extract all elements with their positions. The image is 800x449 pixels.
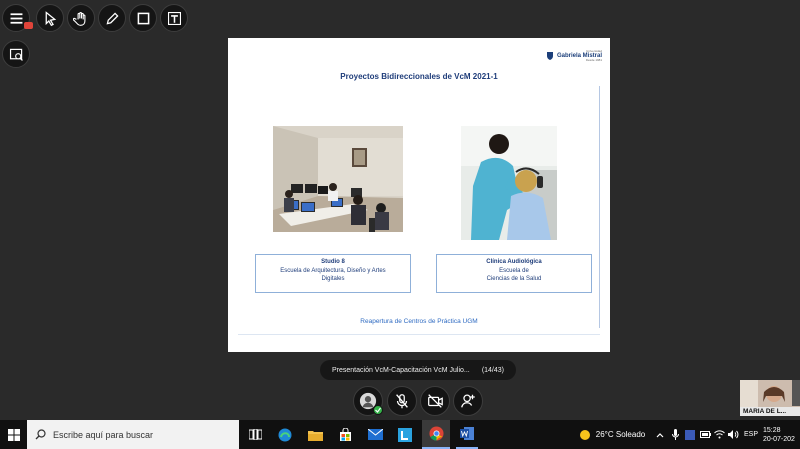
check-status-icon <box>373 405 383 415</box>
mic-toggle-button[interactable] <box>387 386 417 416</box>
tray-mic[interactable] <box>669 420 681 449</box>
notification-badge <box>24 22 33 29</box>
square-icon <box>137 12 149 24</box>
page-counter: (14/43) <box>481 366 504 374</box>
caption-line: Studio 8 <box>321 259 345 265</box>
shopping-bag-icon <box>339 428 351 441</box>
caption-line: Digitales <box>321 276 345 282</box>
battery-icon <box>699 431 711 438</box>
language-indicator[interactable]: ESP <box>742 420 760 449</box>
tray-volume[interactable] <box>727 420 739 449</box>
clock-time: 15:28 <box>763 426 781 434</box>
screen-capture-icon <box>9 48 23 61</box>
logo-year-text: Desde 1981 <box>585 58 602 62</box>
chrome-browser-icon <box>428 426 444 441</box>
task-view-button[interactable] <box>244 420 266 449</box>
presentation-title-bar[interactable]: Presentación VcM-Capacitación VcM Julio.… <box>320 360 516 380</box>
task-view-icon <box>248 429 262 440</box>
caption-line: Clínica Audiológica <box>486 259 542 265</box>
caption-line: Ciencias de la Salud <box>486 276 542 282</box>
clock-date: 20-07-202 <box>763 435 795 443</box>
weather-widget[interactable]: 26°C Soleado <box>572 420 652 449</box>
text-tool-icon <box>167 11 181 25</box>
pan-tool-button[interactable] <box>67 4 95 32</box>
cursor-arrow-icon <box>45 10 56 26</box>
studio-photo <box>273 126 403 232</box>
tray-app-icon <box>685 429 695 440</box>
chrome-app[interactable] <box>422 420 450 449</box>
microphone-icon <box>671 429 679 440</box>
university-logo: Universidad Gabriela Mistral Desde 1981 <box>546 50 602 62</box>
hamburger-menu-icon <box>10 12 22 24</box>
folder-icon <box>307 430 323 441</box>
camera-off-icon <box>428 394 443 408</box>
hand-icon <box>72 11 85 26</box>
participants-button[interactable] <box>453 386 483 416</box>
select-tool-button[interactable] <box>36 4 64 32</box>
edge-app[interactable] <box>274 420 296 449</box>
start-button[interactable] <box>0 420 27 449</box>
slide-footer-link: Reapertura de Centros de Práctica UGM <box>360 318 478 325</box>
pencil-icon <box>106 11 119 24</box>
windows-logo-icon <box>7 428 20 441</box>
shield-icon <box>546 52 553 60</box>
participant-video-tile[interactable]: MARIA DE L... <box>740 380 800 416</box>
mail-icon <box>367 429 383 440</box>
weather-text: 26°C Soleado <box>595 430 646 439</box>
add-participant-icon <box>461 394 475 408</box>
mic-off-icon <box>396 394 408 409</box>
speaker-icon <box>727 430 738 439</box>
slide-title: Proyectos Bidireccionales de VcM 2021-1 <box>340 72 498 81</box>
camera-toggle-button[interactable] <box>420 386 450 416</box>
search-placeholder: Escribe aquí para buscar <box>53 429 154 440</box>
mail-app[interactable] <box>364 420 386 449</box>
slide-divider-horizontal <box>238 334 600 335</box>
text-tool-button[interactable] <box>160 4 188 32</box>
caption-line: Escuela de <box>499 267 529 274</box>
windows-taskbar: Escribe aquí para buscar 26°C Soleado ES… <box>0 420 800 449</box>
sun-icon <box>579 429 590 440</box>
clock[interactable]: 15:28 20-07-202 <box>763 420 800 449</box>
tray-overflow-button[interactable] <box>654 420 666 449</box>
video-tile-edge <box>792 380 800 406</box>
file-explorer-app[interactable] <box>304 420 326 449</box>
slide-divider-vertical <box>599 86 600 328</box>
caption-studio: Studio 8 Escuela de Arquitectura, Diseño… <box>255 254 411 293</box>
l-app-icon <box>398 427 412 442</box>
word-icon <box>460 427 474 440</box>
tray-battery[interactable] <box>699 420 711 449</box>
language-text: ESP <box>743 431 758 438</box>
screenshot-tool-button[interactable] <box>2 40 30 68</box>
edge-browser-icon <box>278 428 292 441</box>
tray-network[interactable] <box>713 420 725 449</box>
caption-clinic: Clínica Audiológica Escuela de Ciencias … <box>436 254 592 293</box>
shape-tool-button[interactable] <box>129 4 157 32</box>
search-icon <box>35 429 46 440</box>
pen-tool-button[interactable] <box>98 4 126 32</box>
chevron-up-icon <box>656 432 664 437</box>
tray-app[interactable] <box>684 420 696 449</box>
clinic-photo <box>461 126 557 240</box>
presentation-slide: Universidad Gabriela Mistral Desde 1981 … <box>228 38 610 352</box>
lumen-app[interactable] <box>394 420 416 449</box>
word-app[interactable] <box>456 420 478 449</box>
presentation-title: Presentación VcM-Capacitación VcM Julio.… <box>332 366 470 374</box>
wifi-icon <box>713 430 725 439</box>
participant-name: MARIA DE L... <box>740 407 800 416</box>
caption-line: Escuela de Arquitectura, Diseño y Artes <box>280 267 386 274</box>
taskbar-search-box[interactable]: Escribe aquí para buscar <box>27 420 239 449</box>
store-app[interactable] <box>334 420 356 449</box>
